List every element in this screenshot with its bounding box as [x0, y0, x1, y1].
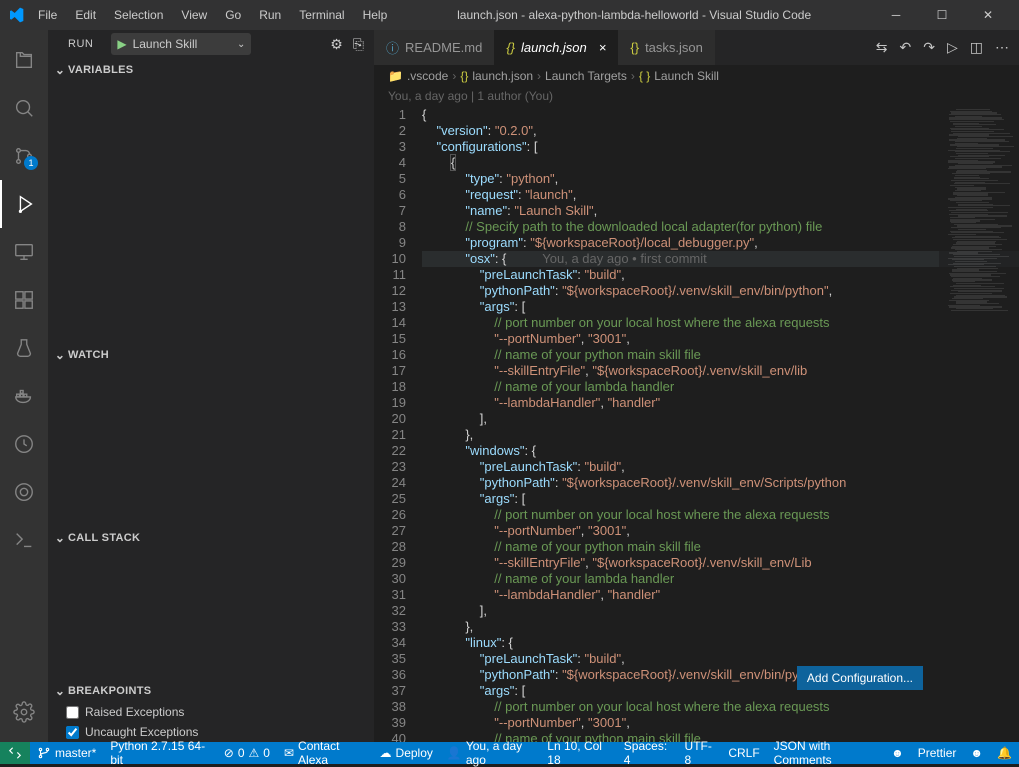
gear-icon[interactable]: ⚙ [330, 36, 343, 53]
menu-help[interactable]: Help [355, 4, 396, 26]
breakpoints-label: BREAKPOINTS [68, 685, 151, 697]
breakpoint-label: Uncaught Exceptions [85, 725, 198, 739]
title-bar: FileEditSelectionViewGoRunTerminalHelp l… [0, 0, 1019, 30]
tab-launch[interactable]: {}launch.json× [494, 30, 618, 65]
menu-bar: FileEditSelectionViewGoRunTerminalHelp [30, 4, 395, 26]
section-variables[interactable]: ⌄VARIABLES [48, 59, 374, 81]
settings-icon[interactable] [0, 688, 48, 736]
run-header: RUN ▶ Launch Skill ⌄ ⚙ ⎘ [48, 30, 374, 58]
breakpoint-label: Raised Exceptions [85, 705, 184, 719]
eol[interactable]: CRLF [721, 742, 766, 764]
close-icon[interactable]: × [599, 40, 607, 55]
variables-label: VARIABLES [68, 64, 133, 76]
more-icon[interactable]: ⋯ [995, 39, 1009, 56]
split-editor-icon[interactable]: ◫ [970, 39, 983, 56]
language-mode[interactable]: JSON with Comments [767, 742, 884, 764]
breakpoint-checkbox[interactable] [66, 706, 79, 719]
run-config-dropdown[interactable]: ▶ Launch Skill ⌄ [111, 33, 251, 55]
window-title: launch.json - alexa-python-lambda-hellow… [395, 8, 873, 22]
debug-console-icon[interactable]: ⎘ [353, 36, 364, 53]
play-icon[interactable]: ▶ [117, 37, 126, 51]
contact-alexa[interactable]: ✉ Contact Alexa [277, 742, 373, 764]
window-controls: ─ ☐ ✕ [873, 0, 1011, 30]
menu-selection[interactable]: Selection [106, 4, 171, 26]
run-config-name: Launch Skill [133, 37, 231, 51]
chevron-down-icon[interactable]: ⌄ [237, 39, 245, 50]
scm-icon[interactable]: 1 [0, 132, 48, 180]
menu-view[interactable]: View [173, 4, 215, 26]
section-breakpoints[interactable]: ⌄BREAKPOINTS [48, 680, 374, 702]
run-label: RUN [68, 38, 93, 50]
problems[interactable]: ⊘ 0 ⚠ 0 [217, 742, 277, 764]
code-editor[interactable]: 1234567891011121314151617181920212223242… [374, 105, 1019, 742]
menu-edit[interactable]: Edit [67, 4, 104, 26]
compare-icon[interactable]: ⇆ [876, 39, 888, 56]
callstack-label: CALL STACK [68, 532, 140, 544]
next-change-icon[interactable]: ↷ [923, 39, 935, 56]
prettier[interactable]: Prettier [911, 742, 964, 764]
tweet-icon[interactable]: ☻ [884, 742, 911, 764]
tab-label: README.md [405, 40, 482, 55]
extensions-icon[interactable] [0, 276, 48, 324]
editor-area: ⓘREADME.md{}launch.json×{}tasks.json ⇆ ↶… [374, 30, 1019, 742]
activity-bar: 1 [0, 30, 48, 742]
cursor-position[interactable]: Ln 10, Col 18 [540, 742, 617, 764]
cloud-icon[interactable] [0, 420, 48, 468]
menu-go[interactable]: Go [217, 4, 249, 26]
feedback-icon[interactable]: ☻ [963, 742, 990, 764]
breadcrumb-segment[interactable]: Launch Targets [545, 69, 627, 83]
alexa-icon[interactable] [0, 468, 48, 516]
docker-icon[interactable] [0, 372, 48, 420]
terminal-icon[interactable] [0, 516, 48, 564]
explorer-icon[interactable] [0, 36, 48, 84]
section-callstack[interactable]: ⌄CALL STACK [48, 527, 374, 549]
tab-label: launch.json [521, 40, 587, 55]
search-icon[interactable] [0, 84, 48, 132]
menu-terminal[interactable]: Terminal [291, 4, 352, 26]
breadcrumb-segment[interactable]: launch.json [472, 69, 533, 83]
deploy[interactable]: ☁ Deploy [373, 742, 440, 764]
breadcrumb[interactable]: 📁.vscode›{}launch.json›Launch Targets›{ … [374, 65, 1019, 87]
run-file-icon[interactable]: ▷ [947, 39, 958, 56]
add-configuration-button[interactable]: Add Configuration... [797, 666, 923, 690]
encoding[interactable]: UTF-8 [678, 742, 722, 764]
test-icon[interactable] [0, 324, 48, 372]
python-env[interactable]: Python 2.7.15 64-bit [103, 742, 216, 764]
gitlens-header: You, a day ago | 1 author (You) [374, 87, 1019, 105]
breakpoint-checkbox[interactable] [66, 726, 79, 739]
tab-tasks[interactable]: {}tasks.json [618, 30, 715, 65]
status-bar: master* Python 2.7.15 64-bit ⊘ 0 ⚠ 0 ✉ C… [0, 742, 1019, 764]
gitlens-blame[interactable]: 👤 You, a day ago [440, 742, 540, 764]
breakpoint-item[interactable]: Raised Exceptions [48, 702, 374, 722]
maximize-button[interactable]: ☐ [919, 0, 965, 30]
run-sidebar: RUN ▶ Launch Skill ⌄ ⚙ ⎘ ⌄VARIABLES ⌄WAT… [48, 30, 374, 742]
tab-readme[interactable]: ⓘREADME.md [374, 30, 494, 65]
tab-label: tasks.json [645, 40, 703, 55]
debug-icon[interactable] [0, 180, 48, 228]
section-watch[interactable]: ⌄WATCH [48, 344, 374, 366]
close-button[interactable]: ✕ [965, 0, 1011, 30]
menu-run[interactable]: Run [251, 4, 289, 26]
breadcrumb-segment[interactable]: .vscode [407, 69, 448, 83]
minimap[interactable] [939, 105, 1019, 742]
remote-icon[interactable] [0, 228, 48, 276]
indentation[interactable]: Spaces: 4 [617, 742, 678, 764]
folder-icon: 📁 [388, 69, 403, 83]
git-branch[interactable]: master* [30, 742, 103, 764]
vscode-icon [8, 7, 24, 23]
watch-label: WATCH [68, 349, 109, 361]
tab-bar: ⓘREADME.md{}launch.json×{}tasks.json ⇆ ↶… [374, 30, 1019, 65]
bell-icon[interactable]: 🔔 [990, 742, 1019, 764]
prev-change-icon[interactable]: ↶ [900, 39, 912, 56]
menu-file[interactable]: File [30, 4, 65, 26]
remote-indicator[interactable] [0, 742, 30, 764]
breadcrumb-segment[interactable]: Launch Skill [654, 69, 719, 83]
minimize-button[interactable]: ─ [873, 0, 919, 30]
